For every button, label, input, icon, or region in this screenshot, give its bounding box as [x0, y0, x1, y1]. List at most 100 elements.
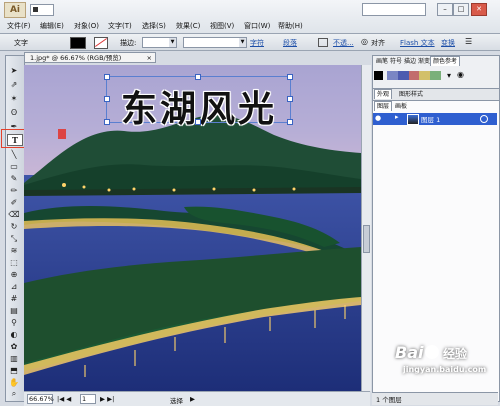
- swatch[interactable]: [397, 71, 409, 80]
- control-tool-label: 文字: [14, 39, 28, 47]
- warp-tool-icon[interactable]: ≋: [7, 246, 21, 256]
- recolor-icon[interactable]: ◎: [361, 37, 368, 46]
- resize-handle[interactable]: [104, 119, 110, 125]
- rotate-tool-icon[interactable]: ↻: [7, 222, 21, 232]
- palette-icon[interactable]: ◉: [457, 70, 464, 79]
- tab-color-guide[interactable]: 颜色参考: [430, 56, 461, 66]
- tab-graphic-styles[interactable]: 图形样式: [397, 90, 425, 99]
- zoom-value: 66.67%: [29, 395, 54, 403]
- swatch[interactable]: [419, 71, 431, 80]
- eye-icon[interactable]: ●: [375, 114, 384, 123]
- panel-menu-icon[interactable]: ☰: [465, 37, 472, 46]
- base-color-swatch[interactable]: [374, 71, 383, 80]
- eyedropper-tool-icon[interactable]: ⚲: [7, 318, 21, 328]
- resize-handle[interactable]: [104, 96, 110, 102]
- baidu-watermark: Bai 经验 jingyan.baidu.com: [395, 343, 487, 374]
- close-button[interactable]: ✕: [471, 3, 487, 16]
- stroke-color-swatch[interactable]: [94, 37, 108, 49]
- pencil-tool-icon[interactable]: ✏: [7, 186, 21, 196]
- close-tab-icon[interactable]: ×: [147, 53, 152, 64]
- headline-text-frame[interactable]: 东湖风光: [104, 74, 293, 130]
- lasso-tool-icon[interactable]: ʘ: [7, 108, 21, 118]
- scale-tool-icon[interactable]: ⤡: [7, 234, 21, 244]
- status-mode: 选择: [170, 397, 183, 405]
- resize-handle[interactable]: [195, 119, 201, 125]
- resize-handle[interactable]: [104, 74, 110, 80]
- next-page-icon[interactable]: ▶ ▶|: [100, 395, 114, 403]
- character-link[interactable]: 字符: [250, 38, 264, 48]
- tab-layers[interactable]: 图层: [374, 101, 393, 111]
- align-label: 对齐: [371, 39, 385, 47]
- stroke-weight-field[interactable]: [142, 37, 170, 48]
- align-icon[interactable]: [318, 38, 328, 47]
- hand-tool-icon[interactable]: ✋: [7, 378, 21, 388]
- paintbrush-tool-icon[interactable]: ✎: [7, 174, 21, 184]
- search-input[interactable]: [362, 3, 426, 16]
- eraser-tool-icon[interactable]: ⌫: [7, 210, 21, 220]
- selection-tool-icon[interactable]: ➤: [7, 66, 21, 76]
- fill-color-swatch[interactable]: [70, 37, 86, 49]
- swatch[interactable]: [387, 71, 398, 80]
- layer-row[interactable]: ● ▸ 图层 1: [373, 113, 497, 125]
- first-page-icon[interactable]: |◀ ◀: [57, 395, 71, 403]
- transform-link[interactable]: 变换: [441, 38, 455, 48]
- chevron-down-icon[interactable]: ▼: [239, 37, 247, 48]
- gradient-tool-icon[interactable]: ▤: [7, 306, 21, 316]
- app-logo: Ai: [4, 2, 26, 18]
- layers-count: 1 个图层: [376, 396, 402, 404]
- layer-name[interactable]: 图层 1: [421, 114, 440, 124]
- document-tab-title: 1.jpg* @ 66.67% (RGB/预览): [30, 54, 122, 62]
- menu-view[interactable]: 视图(V): [210, 21, 234, 31]
- swatch[interactable]: [408, 71, 420, 80]
- document-tab[interactable]: 1.jpg* @ 66.67% (RGB/预览) ×: [24, 52, 156, 63]
- layer-thumbnail: [407, 114, 419, 125]
- mesh-tool-icon[interactable]: #: [7, 294, 21, 304]
- shape-builder-tool-icon[interactable]: ⊕: [7, 270, 21, 280]
- magic-wand-tool-icon[interactable]: ✶: [7, 94, 21, 104]
- minimize-button[interactable]: –: [437, 3, 453, 16]
- graph-tool-icon[interactable]: ▥: [7, 354, 21, 364]
- direct-selection-tool-icon[interactable]: ⇗: [7, 80, 21, 90]
- paragraph-link[interactable]: 段落: [283, 38, 297, 48]
- menu-file[interactable]: 文件(F): [7, 21, 31, 31]
- tab-artboards[interactable]: 画板: [393, 102, 409, 111]
- chevron-down-icon[interactable]: ▾: [447, 71, 451, 80]
- status-bar: [24, 391, 370, 406]
- vertical-scrollbar[interactable]: [361, 65, 371, 391]
- expand-arrow-icon[interactable]: ▸: [395, 113, 399, 121]
- blob-brush-tool-icon[interactable]: ✐: [7, 198, 21, 208]
- menu-object[interactable]: 对象(O): [74, 21, 99, 31]
- menu-select[interactable]: 选择(S): [142, 21, 166, 31]
- resize-handle[interactable]: [287, 119, 293, 125]
- menu-edit[interactable]: 编辑(E): [40, 21, 64, 31]
- status-arrow-icon[interactable]: ▶: [190, 395, 195, 403]
- page-number: 1: [82, 395, 87, 403]
- tab-appearance[interactable]: 外观: [374, 89, 393, 99]
- perspective-tool-icon[interactable]: ⊿: [7, 282, 21, 292]
- workspace-switcher[interactable]: [30, 4, 54, 16]
- resize-handle[interactable]: [195, 74, 201, 80]
- rectangle-tool-icon[interactable]: ▭: [7, 162, 21, 172]
- resize-handle[interactable]: [287, 96, 293, 102]
- free-transform-tool-icon[interactable]: ⬚: [7, 258, 21, 268]
- opacity-link[interactable]: 不透...: [333, 38, 354, 48]
- resize-handle[interactable]: [287, 74, 293, 80]
- font-family-field[interactable]: [183, 37, 240, 48]
- chevron-down-icon[interactable]: ▼: [169, 37, 177, 48]
- menu-window[interactable]: 窗口(W): [244, 21, 270, 31]
- zoom-tool-icon[interactable]: ⌕: [7, 389, 21, 399]
- blend-tool-icon[interactable]: ◐: [7, 330, 21, 340]
- maximize-button[interactable]: □: [453, 3, 469, 16]
- menu-help[interactable]: 帮助(H): [278, 21, 303, 31]
- stroke-label: 描边:: [120, 39, 137, 47]
- menu-type[interactable]: 文字(T): [108, 21, 132, 31]
- line-tool-icon[interactable]: ╲: [7, 150, 21, 160]
- swatch[interactable]: [430, 71, 441, 80]
- menu-effect[interactable]: 效果(C): [176, 21, 200, 31]
- artboard-canvas[interactable]: 东湖风光: [24, 65, 361, 391]
- symbol-sprayer-tool-icon[interactable]: ✿: [7, 342, 21, 352]
- flash-text-link[interactable]: Flash 文本: [400, 38, 435, 48]
- artboard-tool-icon[interactable]: ⬒: [7, 366, 21, 376]
- target-icon[interactable]: [480, 115, 488, 123]
- color-guide-swatches[interactable]: [387, 71, 441, 80]
